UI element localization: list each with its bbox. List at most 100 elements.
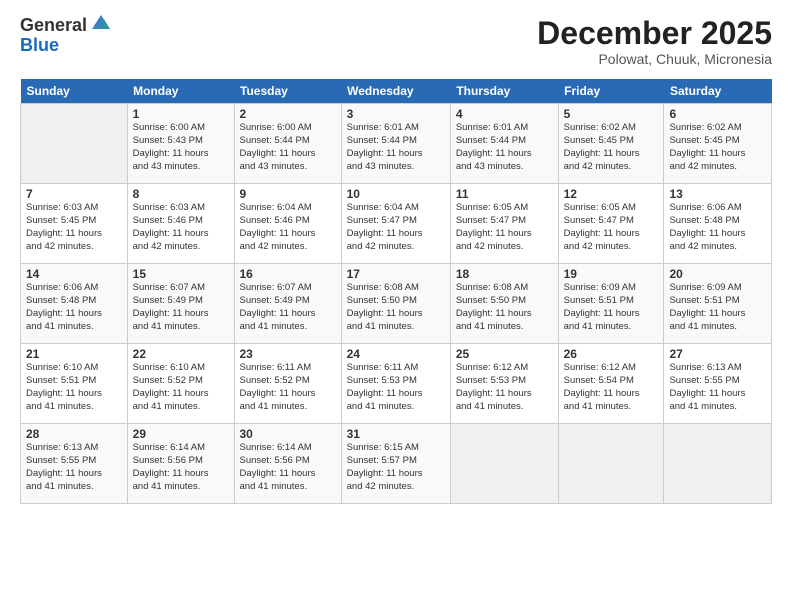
- day-number: 6: [669, 107, 766, 121]
- logo: General Blue: [20, 16, 112, 56]
- cell-info: Sunrise: 6:07 AMSunset: 5:49 PMDaylight:…: [133, 282, 229, 333]
- cell-info: Sunrise: 6:09 AMSunset: 5:51 PMDaylight:…: [669, 282, 766, 333]
- col-monday: Monday: [127, 79, 234, 104]
- cell-info: Sunrise: 6:10 AMSunset: 5:51 PMDaylight:…: [26, 362, 122, 413]
- day-number: 30: [240, 427, 336, 441]
- cell-info: Sunrise: 6:12 AMSunset: 5:54 PMDaylight:…: [564, 362, 659, 413]
- table-row: 24Sunrise: 6:11 AMSunset: 5:53 PMDayligh…: [341, 344, 450, 424]
- table-row: 26Sunrise: 6:12 AMSunset: 5:54 PMDayligh…: [558, 344, 664, 424]
- table-row: 18Sunrise: 6:08 AMSunset: 5:50 PMDayligh…: [450, 264, 558, 344]
- table-row: 20Sunrise: 6:09 AMSunset: 5:51 PMDayligh…: [664, 264, 772, 344]
- col-friday: Friday: [558, 79, 664, 104]
- cell-info: Sunrise: 6:05 AMSunset: 5:47 PMDaylight:…: [564, 202, 659, 253]
- table-row: 12Sunrise: 6:05 AMSunset: 5:47 PMDayligh…: [558, 184, 664, 264]
- table-row: [21, 104, 128, 184]
- table-row: 9Sunrise: 6:04 AMSunset: 5:46 PMDaylight…: [234, 184, 341, 264]
- table-row: 21Sunrise: 6:10 AMSunset: 5:51 PMDayligh…: [21, 344, 128, 424]
- header: General Blue December 2025 Polowat, Chuu…: [20, 16, 772, 67]
- day-number: 27: [669, 347, 766, 361]
- calendar-week-0: 1Sunrise: 6:00 AMSunset: 5:43 PMDaylight…: [21, 104, 772, 184]
- cell-info: Sunrise: 6:04 AMSunset: 5:46 PMDaylight:…: [240, 202, 336, 253]
- day-number: 15: [133, 267, 229, 281]
- col-saturday: Saturday: [664, 79, 772, 104]
- month-title: December 2025: [537, 16, 772, 51]
- cell-info: Sunrise: 6:03 AMSunset: 5:46 PMDaylight:…: [133, 202, 229, 253]
- logo-icon: [90, 11, 112, 33]
- col-sunday: Sunday: [21, 79, 128, 104]
- cell-info: Sunrise: 6:12 AMSunset: 5:53 PMDaylight:…: [456, 362, 553, 413]
- table-row: 14Sunrise: 6:06 AMSunset: 5:48 PMDayligh…: [21, 264, 128, 344]
- day-number: 26: [564, 347, 659, 361]
- cell-info: Sunrise: 6:07 AMSunset: 5:49 PMDaylight:…: [240, 282, 336, 333]
- cell-info: Sunrise: 6:14 AMSunset: 5:56 PMDaylight:…: [133, 442, 229, 493]
- table-row: 19Sunrise: 6:09 AMSunset: 5:51 PMDayligh…: [558, 264, 664, 344]
- cell-info: Sunrise: 6:10 AMSunset: 5:52 PMDaylight:…: [133, 362, 229, 413]
- cell-info: Sunrise: 6:13 AMSunset: 5:55 PMDaylight:…: [669, 362, 766, 413]
- title-block: December 2025 Polowat, Chuuk, Micronesia: [537, 16, 772, 67]
- table-row: 15Sunrise: 6:07 AMSunset: 5:49 PMDayligh…: [127, 264, 234, 344]
- day-number: 28: [26, 427, 122, 441]
- day-number: 3: [347, 107, 445, 121]
- cell-info: Sunrise: 6:03 AMSunset: 5:45 PMDaylight:…: [26, 202, 122, 253]
- table-row: 30Sunrise: 6:14 AMSunset: 5:56 PMDayligh…: [234, 424, 341, 504]
- col-wednesday: Wednesday: [341, 79, 450, 104]
- table-row: 5Sunrise: 6:02 AMSunset: 5:45 PMDaylight…: [558, 104, 664, 184]
- table-row: 27Sunrise: 6:13 AMSunset: 5:55 PMDayligh…: [664, 344, 772, 424]
- cell-info: Sunrise: 6:14 AMSunset: 5:56 PMDaylight:…: [240, 442, 336, 493]
- col-thursday: Thursday: [450, 79, 558, 104]
- table-row: 13Sunrise: 6:06 AMSunset: 5:48 PMDayligh…: [664, 184, 772, 264]
- cell-info: Sunrise: 6:00 AMSunset: 5:44 PMDaylight:…: [240, 122, 336, 173]
- day-number: 5: [564, 107, 659, 121]
- calendar-week-3: 21Sunrise: 6:10 AMSunset: 5:51 PMDayligh…: [21, 344, 772, 424]
- table-row: 4Sunrise: 6:01 AMSunset: 5:44 PMDaylight…: [450, 104, 558, 184]
- day-number: 29: [133, 427, 229, 441]
- day-number: 17: [347, 267, 445, 281]
- table-row: [664, 424, 772, 504]
- table-row: 3Sunrise: 6:01 AMSunset: 5:44 PMDaylight…: [341, 104, 450, 184]
- logo-blue: Blue: [20, 36, 112, 56]
- table-row: 7Sunrise: 6:03 AMSunset: 5:45 PMDaylight…: [21, 184, 128, 264]
- logo-text: General Blue: [20, 16, 112, 56]
- col-tuesday: Tuesday: [234, 79, 341, 104]
- cell-info: Sunrise: 6:00 AMSunset: 5:43 PMDaylight:…: [133, 122, 229, 173]
- cell-info: Sunrise: 6:04 AMSunset: 5:47 PMDaylight:…: [347, 202, 445, 253]
- logo-general: General: [20, 16, 87, 36]
- table-row: 29Sunrise: 6:14 AMSunset: 5:56 PMDayligh…: [127, 424, 234, 504]
- day-number: 12: [564, 187, 659, 201]
- table-row: 25Sunrise: 6:12 AMSunset: 5:53 PMDayligh…: [450, 344, 558, 424]
- day-number: 23: [240, 347, 336, 361]
- cell-info: Sunrise: 6:11 AMSunset: 5:53 PMDaylight:…: [347, 362, 445, 413]
- calendar-table: Sunday Monday Tuesday Wednesday Thursday…: [20, 79, 772, 504]
- table-row: 22Sunrise: 6:10 AMSunset: 5:52 PMDayligh…: [127, 344, 234, 424]
- day-number: 20: [669, 267, 766, 281]
- cell-info: Sunrise: 6:06 AMSunset: 5:48 PMDaylight:…: [669, 202, 766, 253]
- table-row: 6Sunrise: 6:02 AMSunset: 5:45 PMDaylight…: [664, 104, 772, 184]
- cell-info: Sunrise: 6:13 AMSunset: 5:55 PMDaylight:…: [26, 442, 122, 493]
- main-container: General Blue December 2025 Polowat, Chuu…: [0, 0, 792, 514]
- table-row: [558, 424, 664, 504]
- calendar-week-4: 28Sunrise: 6:13 AMSunset: 5:55 PMDayligh…: [21, 424, 772, 504]
- cell-info: Sunrise: 6:08 AMSunset: 5:50 PMDaylight:…: [456, 282, 553, 333]
- cell-info: Sunrise: 6:09 AMSunset: 5:51 PMDaylight:…: [564, 282, 659, 333]
- day-number: 19: [564, 267, 659, 281]
- cell-info: Sunrise: 6:01 AMSunset: 5:44 PMDaylight:…: [456, 122, 553, 173]
- day-number: 21: [26, 347, 122, 361]
- calendar-week-1: 7Sunrise: 6:03 AMSunset: 5:45 PMDaylight…: [21, 184, 772, 264]
- day-number: 10: [347, 187, 445, 201]
- cell-info: Sunrise: 6:06 AMSunset: 5:48 PMDaylight:…: [26, 282, 122, 333]
- day-number: 4: [456, 107, 553, 121]
- day-number: 7: [26, 187, 122, 201]
- day-number: 8: [133, 187, 229, 201]
- day-number: 2: [240, 107, 336, 121]
- table-row: 23Sunrise: 6:11 AMSunset: 5:52 PMDayligh…: [234, 344, 341, 424]
- header-row: Sunday Monday Tuesday Wednesday Thursday…: [21, 79, 772, 104]
- day-number: 13: [669, 187, 766, 201]
- table-row: 28Sunrise: 6:13 AMSunset: 5:55 PMDayligh…: [21, 424, 128, 504]
- cell-info: Sunrise: 6:15 AMSunset: 5:57 PMDaylight:…: [347, 442, 445, 493]
- table-row: [450, 424, 558, 504]
- day-number: 25: [456, 347, 553, 361]
- cell-info: Sunrise: 6:05 AMSunset: 5:47 PMDaylight:…: [456, 202, 553, 253]
- table-row: 31Sunrise: 6:15 AMSunset: 5:57 PMDayligh…: [341, 424, 450, 504]
- cell-info: Sunrise: 6:02 AMSunset: 5:45 PMDaylight:…: [669, 122, 766, 173]
- cell-info: Sunrise: 6:01 AMSunset: 5:44 PMDaylight:…: [347, 122, 445, 173]
